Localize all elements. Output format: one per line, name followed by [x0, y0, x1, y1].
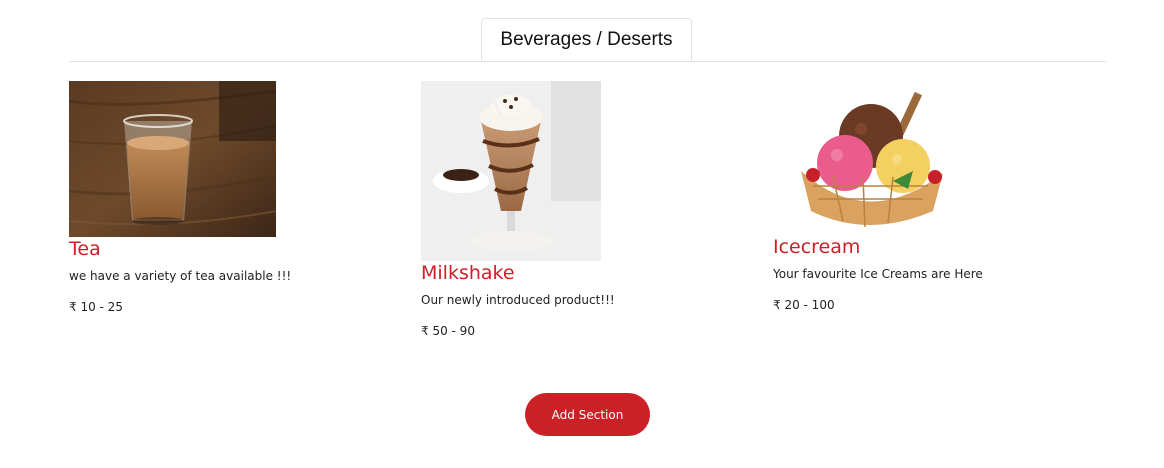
add-section-button[interactable]: Add Section	[525, 393, 650, 436]
tab-beverages-deserts[interactable]: Beverages / Deserts	[481, 18, 692, 61]
icecream-image	[773, 81, 963, 235]
menu-item-card[interactable]: Milkshake Our newly introduced product!!…	[421, 81, 751, 339]
item-price: ₹ 10 - 25	[69, 300, 123, 314]
tea-image	[69, 81, 276, 237]
item-price: ₹ 20 - 100	[773, 298, 835, 312]
item-title: Milkshake	[421, 262, 515, 284]
item-title: Tea	[69, 238, 101, 260]
milkshake-image	[421, 81, 601, 261]
item-price: ₹ 50 - 90	[421, 324, 475, 338]
item-description: Our newly introduced product!!!	[421, 293, 615, 307]
item-description: we have a variety of tea available !!!	[69, 269, 292, 283]
item-description: Your favourite Ice Creams are Here	[773, 267, 983, 281]
item-title: Icecream	[773, 236, 861, 258]
menu-item-card[interactable]: Icecream Your favourite Ice Creams are H…	[773, 81, 1103, 313]
tab-divider	[69, 61, 1106, 62]
menu-page: Beverages / Deserts Tea we have a variet…	[0, 0, 1164, 468]
menu-item-card[interactable]: Tea we have a variety of tea available !…	[69, 81, 399, 315]
tab-label: Beverages / Deserts	[500, 28, 673, 50]
